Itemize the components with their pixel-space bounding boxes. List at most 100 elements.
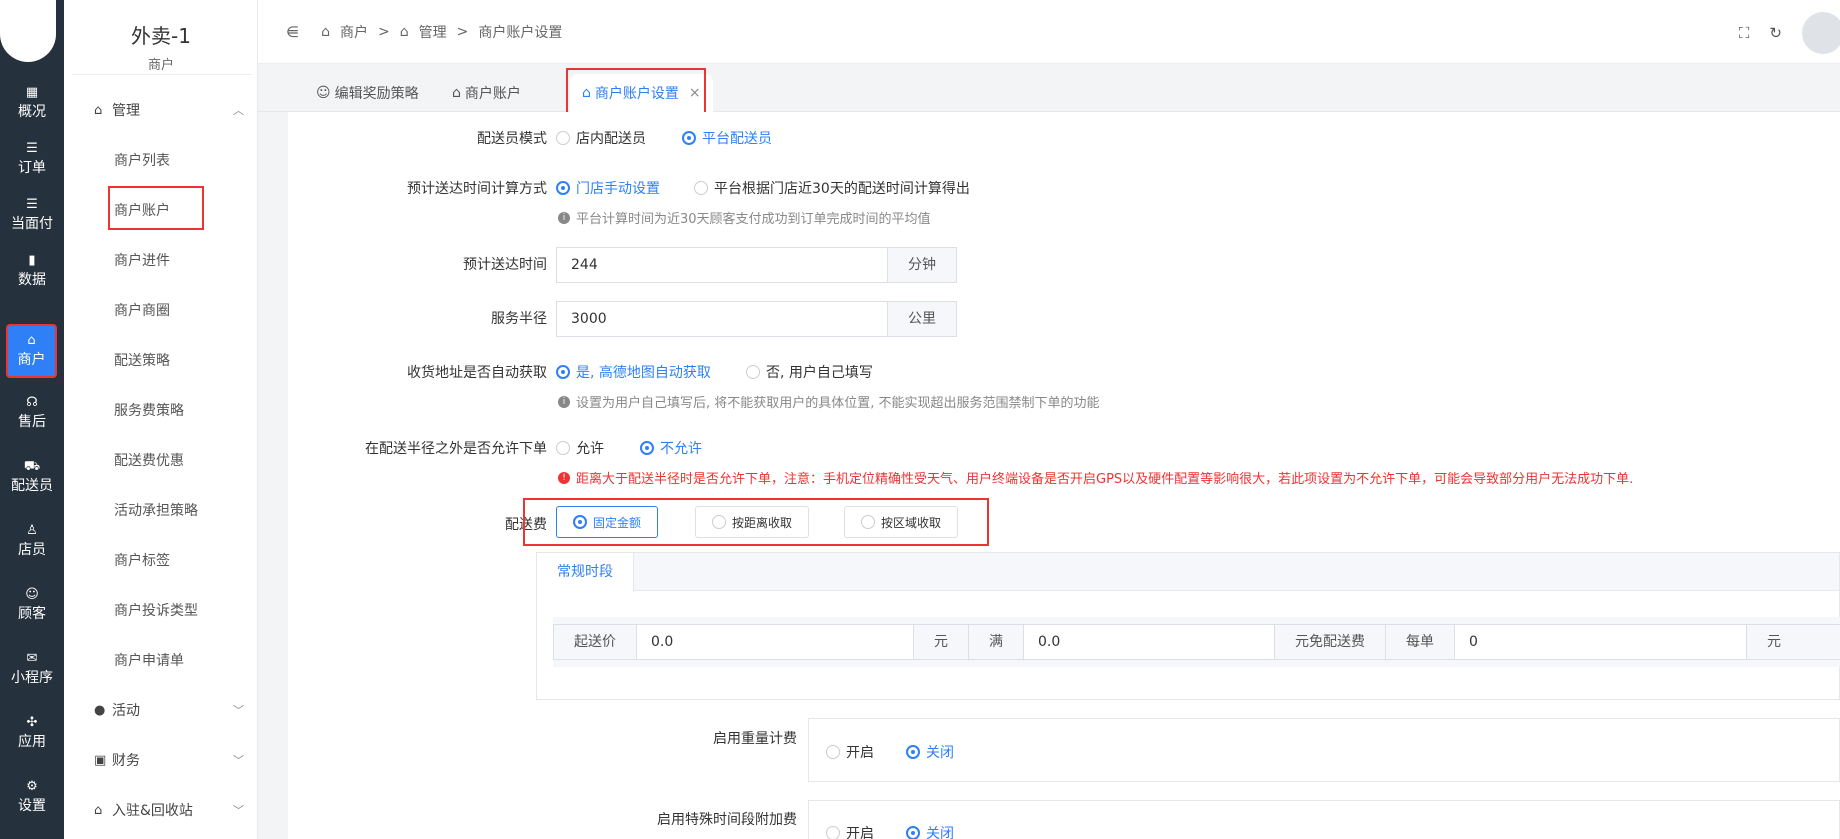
rail-item-courier[interactable]: ⛟ 配送员: [0, 448, 64, 506]
content-area: 配送员模式 店内配送员 平台配送员 预计送达时间计算方式 门店手动设置 平台根据…: [258, 112, 1840, 839]
min-price-input[interactable]: 0.0: [636, 624, 914, 660]
radio-checked-icon: [682, 131, 696, 145]
fullscreen-icon[interactable]: ⛶: [1739, 24, 1750, 42]
radio-allow[interactable]: 允许: [556, 438, 604, 458]
tab-edit-reward[interactable]: ☺ 编辑奖励策略: [304, 74, 431, 112]
rail-label: 顾客: [18, 606, 46, 622]
field-label: 配送员模式: [477, 131, 547, 147]
menu-item-delivery-discount[interactable]: 配送费优惠: [114, 450, 184, 470]
radio-in-store-courier[interactable]: 店内配送员: [556, 128, 646, 148]
rail-item-overview[interactable]: ▦ 概况: [0, 74, 64, 132]
radio-label: 关闭: [926, 745, 954, 761]
icon-rail: ▦ 概况 ☰ 订单 ☰ 当面付 ▮ 数据 ⌂ 商户 ☊ 售后 ⛟ 配送员 ♙ 店员 ☺ 顾客 ✉ 小…: [0, 0, 64, 839]
radio-label: 允许: [576, 441, 604, 457]
radio-label: 不允许: [660, 441, 702, 457]
menu-item-tags[interactable]: 商户标签: [114, 550, 170, 570]
radio-icon: [826, 826, 840, 839]
menu-item-delivery-strategy[interactable]: 配送策略: [114, 350, 170, 370]
refresh-icon[interactable]: ↻: [1769, 24, 1782, 42]
menu-group-manage[interactable]: ⌂ 管理 ︿: [94, 100, 244, 120]
rail-item-merchant[interactable]: ⌂ 商户: [6, 324, 57, 378]
radio-user-fill[interactable]: 否, 用户自己填写: [746, 362, 873, 382]
chevron-down-icon: ﹀: [233, 804, 244, 817]
special-panel: [808, 800, 1840, 839]
radio-checked-icon: [556, 365, 570, 379]
tab-regular-period[interactable]: 常规时段: [537, 553, 634, 592]
radio-icon: [826, 745, 840, 759]
rail-item-facepay[interactable]: ☰ 当面付: [0, 186, 64, 244]
breadcrumb-item[interactable]: 管理: [419, 22, 447, 42]
truck-icon: ⛟: [23, 459, 41, 474]
period-panel: 常规时段 起送价 0.0 元 满 0.0 元免配送费 每单 0 元: [536, 552, 1840, 700]
menu-group-finance[interactable]: ▣ 财务 ﹀: [94, 750, 244, 770]
radio-manual-set[interactable]: 门店手动设置: [556, 178, 660, 198]
radio-label: 平台根据门店近30天的配送时间计算得出: [714, 181, 970, 197]
rail-item-customer[interactable]: ☺ 顾客: [0, 576, 64, 634]
radio-platform-calc[interactable]: 平台根据门店近30天的配送时间计算得出: [694, 178, 970, 198]
radio-weight-off[interactable]: 关闭: [906, 742, 954, 762]
finance-icon: ▣: [94, 752, 107, 768]
rail-label: 概况: [18, 104, 46, 120]
rail-item-orders[interactable]: ☰ 订单: [0, 130, 64, 188]
settings-form: 配送员模式 店内配送员 平台配送员 预计送达时间计算方式 门店手动设置 平台根据…: [288, 112, 1840, 839]
tab-merchant-account[interactable]: ⌂ 商户账户: [440, 74, 533, 112]
radio-checked-icon: [906, 826, 920, 839]
collapse-menu-icon[interactable]: ⋹: [286, 23, 299, 41]
info-icon: i: [558, 211, 570, 224]
radio-label: 门店手动设置: [576, 181, 660, 197]
full-amount-input[interactable]: 0.0: [1023, 624, 1275, 660]
menu-item-onboarding[interactable]: 商户进件: [114, 250, 170, 270]
rail-item-aftersale[interactable]: ☊ 售后: [0, 384, 64, 442]
menu-group-settle[interactable]: ⌂ 入驻&回收站 ﹀: [94, 800, 244, 820]
hint-text: i 平台计算时间为近30天顾客支付成功到订单完成时间的平均值: [558, 208, 931, 227]
radio-checked-icon: [906, 745, 920, 759]
menu-item-activity-bear[interactable]: 活动承担策略: [114, 500, 198, 520]
top-header: ⋹ ⌂ 商户 > ⌂ 管理 > 商户账户设置 ⛶ ↻: [258, 0, 1840, 64]
breadcrumb-item[interactable]: 商户: [340, 22, 368, 42]
breadcrumb: ⋹ ⌂ 商户 > ⌂ 管理 > 商户账户设置: [286, 22, 562, 42]
radio-weight-on[interactable]: 开启: [826, 742, 874, 762]
menu-item-complaint-types[interactable]: 商户投诉类型: [114, 600, 198, 620]
field-label: 在配送半径之外是否允许下单: [365, 441, 547, 457]
tab-label: 编辑奖励策略: [334, 86, 419, 102]
chevron-down-icon: ﹀: [233, 754, 244, 767]
radio-disallow[interactable]: 不允许: [640, 438, 702, 458]
bar-chart-icon: ▮: [28, 253, 36, 268]
list-icon: ☰: [26, 141, 38, 156]
rail-item-clerk[interactable]: ♙ 店员: [0, 512, 64, 570]
breadcrumb-separator: >: [456, 24, 469, 40]
radio-icon: [694, 181, 708, 195]
store-icon: ⌂: [94, 802, 103, 818]
rail-item-data[interactable]: ▮ 数据: [0, 242, 64, 300]
user-avatar[interactable]: [0, 0, 56, 62]
rail-item-apps[interactable]: ✣ 应用: [0, 704, 64, 762]
breadcrumb-item: 商户账户设置: [478, 25, 563, 41]
rail-item-miniapp[interactable]: ✉ 小程序: [0, 640, 64, 698]
radio-label: 关闭: [926, 826, 954, 839]
hint-label: 平台计算时间为近30天顾客支付成功到订单完成时间的平均值: [576, 212, 931, 227]
radio-special-off[interactable]: 关闭: [906, 823, 954, 839]
radio-amap-auto[interactable]: 是, 高德地图自动获取: [556, 362, 711, 382]
rail-item-settings[interactable]: ⚙ 设置: [0, 768, 64, 826]
menu-item-merchant-list[interactable]: 商户列表: [114, 150, 170, 170]
rail-label: 售后: [18, 414, 46, 430]
menu-item-service-fee[interactable]: 服务费策略: [114, 400, 184, 420]
radio-platform-courier[interactable]: 平台配送员: [682, 128, 772, 148]
menu-item-business-circle[interactable]: 商户商圈: [114, 300, 170, 320]
avatar[interactable]: [1802, 12, 1840, 54]
radius-input[interactable]: 3000: [556, 301, 888, 337]
store-icon: ⌂: [399, 24, 409, 40]
settings-icon: ⚙: [26, 779, 38, 794]
eta-input[interactable]: 244: [556, 247, 888, 283]
people-icon: ♙: [26, 523, 38, 538]
field-label: 启用重量计费: [713, 731, 797, 747]
per-order-fee-input[interactable]: 0: [1454, 624, 1747, 660]
wechat-icon: ✉: [26, 651, 38, 666]
menu-item-applications[interactable]: 商户申请单: [114, 650, 184, 670]
radio-label: 否, 用户自己填写: [766, 365, 873, 381]
radio-icon: [746, 365, 760, 379]
radio-special-on[interactable]: 开启: [826, 823, 874, 839]
field-label: 预计送达时间计算方式: [407, 181, 547, 197]
radio-label: 平台配送员: [702, 131, 772, 147]
menu-group-activity[interactable]: ● 活动 ﹀: [94, 700, 244, 720]
